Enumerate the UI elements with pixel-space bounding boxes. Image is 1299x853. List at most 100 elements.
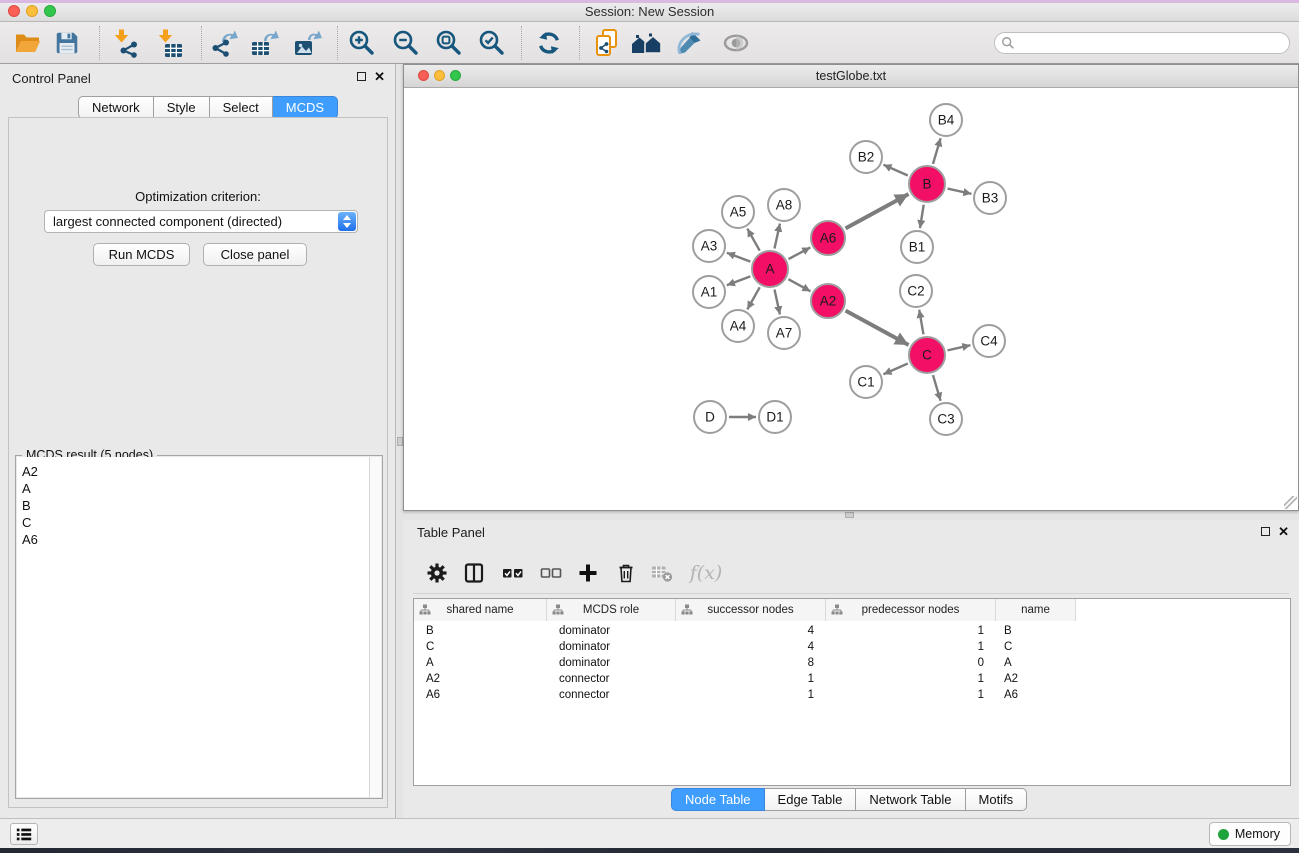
import-table-icon[interactable] (152, 27, 186, 59)
graph-edge-A-A7[interactable] (774, 290, 779, 315)
graph-edge-A-A6[interactable] (789, 247, 811, 259)
cyndex-browser-icon[interactable] (630, 27, 664, 59)
network-canvas[interactable]: B4B2BB3A5A8A6A3AB1A1A2C2A4A7C4CC1DD1C3 (404, 88, 1298, 510)
table-settings-gear-icon[interactable] (423, 560, 451, 586)
table-cell: 8 (676, 655, 826, 671)
table-cell: 1 (826, 623, 996, 639)
close-table-panel-icon[interactable]: ✕ (1278, 526, 1289, 537)
zoom-in-icon[interactable] (345, 27, 379, 59)
graph-edge-A6-B[interactable] (846, 194, 909, 228)
close-panel-button[interactable]: Close panel (203, 243, 307, 266)
graph-edge-B-B4[interactable] (933, 138, 941, 164)
tab-edge-table[interactable]: Edge Table (765, 788, 857, 811)
table-cell: A6 (996, 687, 1076, 703)
graph-edge-B-B1[interactable] (920, 205, 924, 228)
graph-edge-A-A2[interactable] (788, 279, 810, 291)
graph-edge-C-C1[interactable] (883, 363, 907, 374)
show-preview-eye-icon[interactable] (719, 27, 753, 59)
column-type-icon (552, 604, 564, 615)
column-visibility-icon[interactable] (460, 560, 488, 586)
graph-node-label: B4 (938, 113, 955, 128)
desktop-background-strip (0, 848, 1299, 853)
graph-edge-A2-C[interactable] (846, 311, 909, 345)
delete-column-trash-icon[interactable] (612, 560, 640, 586)
table-row[interactable]: A2connector11A2 (414, 671, 1076, 687)
graph-edge-A-A1[interactable] (727, 276, 751, 285)
graph-node-label: B2 (858, 150, 875, 165)
add-column-icon[interactable] (574, 560, 602, 586)
save-session-icon[interactable] (50, 27, 84, 59)
graph-edge-B-B2[interactable] (883, 165, 907, 176)
table-cell: 4 (676, 639, 826, 655)
select-stepper-icon (338, 212, 356, 231)
memory-label: Memory (1235, 827, 1280, 841)
window-resize-grip[interactable] (1284, 496, 1297, 509)
tab-select[interactable]: Select (210, 96, 273, 119)
show-panels-list-button[interactable] (10, 823, 38, 845)
float-panel-icon[interactable] (357, 72, 366, 81)
zoom-selected-icon[interactable] (475, 27, 509, 59)
optimization-select[interactable]: largest connected component (directed) (44, 210, 358, 233)
table-cell: A (414, 655, 547, 671)
graph-edge-A-A4[interactable] (747, 287, 759, 309)
table-row[interactable]: Cdominator41C (414, 639, 1076, 655)
graph-edge-B-B3[interactable] (947, 189, 971, 194)
zoom-out-icon[interactable] (389, 27, 423, 59)
tab-node-table[interactable]: Node Table (671, 788, 765, 811)
result-scrollbar[interactable] (369, 457, 381, 797)
column-header-name[interactable]: name (996, 599, 1076, 621)
tab-style[interactable]: Style (154, 96, 210, 119)
network-view-window: testGlobe.txt B4B2BB3A5A8A6A3AB1A1A2C2A4… (403, 64, 1299, 511)
tab-network[interactable]: Network (78, 96, 154, 119)
horizontal-splitter-grip[interactable] (845, 512, 854, 518)
delete-table-icon[interactable] (648, 560, 676, 586)
close-panel-icon[interactable]: ✕ (374, 71, 385, 82)
graph-edge-C-C2[interactable] (919, 310, 923, 335)
mcds-result-item[interactable]: A6 (17, 531, 369, 548)
table-cell: 1 (676, 687, 826, 703)
graph-edge-A-A8[interactable] (774, 224, 779, 249)
graph-edge-C-C4[interactable] (947, 345, 970, 350)
graph-edge-A-A5[interactable] (747, 229, 759, 251)
graph-node-label: D1 (766, 410, 783, 425)
run-mcds-button[interactable]: Run MCDS (93, 243, 190, 266)
float-table-panel-icon[interactable] (1261, 527, 1270, 536)
column-header-MCDS-role[interactable]: MCDS role (547, 599, 676, 621)
hide-graphics-details-icon[interactable] (673, 27, 707, 59)
column-header-predecessor-nodes[interactable]: predecessor nodes (826, 599, 996, 621)
clone-network-icon[interactable] (590, 27, 624, 59)
open-session-icon[interactable] (11, 27, 45, 59)
table-cell: dominator (547, 655, 676, 671)
table-row[interactable]: Bdominator41B (414, 623, 1076, 639)
table-row[interactable]: A6connector11A6 (414, 687, 1076, 703)
column-header-shared-name[interactable]: shared name (414, 599, 547, 621)
export-network-icon[interactable] (207, 27, 241, 59)
control-panel-tabs: NetworkStyleSelectMCDS (78, 96, 338, 119)
search-input[interactable] (1015, 35, 1289, 51)
function-builder-icon[interactable]: f(x) (686, 560, 726, 586)
mcds-result-item[interactable]: C (17, 514, 369, 531)
mcds-result-item[interactable]: A (17, 480, 369, 497)
table-cell: C (414, 639, 547, 655)
unselect-all-rows-icon[interactable] (537, 560, 565, 586)
graph-edge-A-A3[interactable] (727, 253, 751, 262)
import-network-icon[interactable] (108, 27, 142, 59)
tab-network-table[interactable]: Network Table (856, 788, 965, 811)
tab-mcds[interactable]: MCDS (273, 96, 338, 119)
graph-edge-C-C3[interactable] (933, 375, 941, 401)
table-cell: B (414, 623, 547, 639)
tab-motifs[interactable]: Motifs (966, 788, 1028, 811)
table-row[interactable]: Adominator80A (414, 655, 1076, 671)
toolbar-separator (201, 26, 202, 60)
zoom-fit-icon[interactable] (432, 27, 466, 59)
mcds-result-item[interactable]: B (17, 497, 369, 514)
table-toolbar: f(x) (413, 552, 1289, 594)
export-table-icon[interactable] (248, 27, 282, 59)
refresh-layout-icon[interactable] (532, 27, 566, 59)
export-image-icon[interactable] (291, 27, 325, 59)
memory-button[interactable]: Memory (1209, 822, 1291, 846)
mcds-result-item[interactable]: A2 (17, 463, 369, 480)
mcds-result-list: A2ABCA6 (17, 457, 369, 797)
column-header-successor-nodes[interactable]: successor nodes (676, 599, 826, 621)
select-all-rows-icon[interactable] (499, 560, 527, 586)
